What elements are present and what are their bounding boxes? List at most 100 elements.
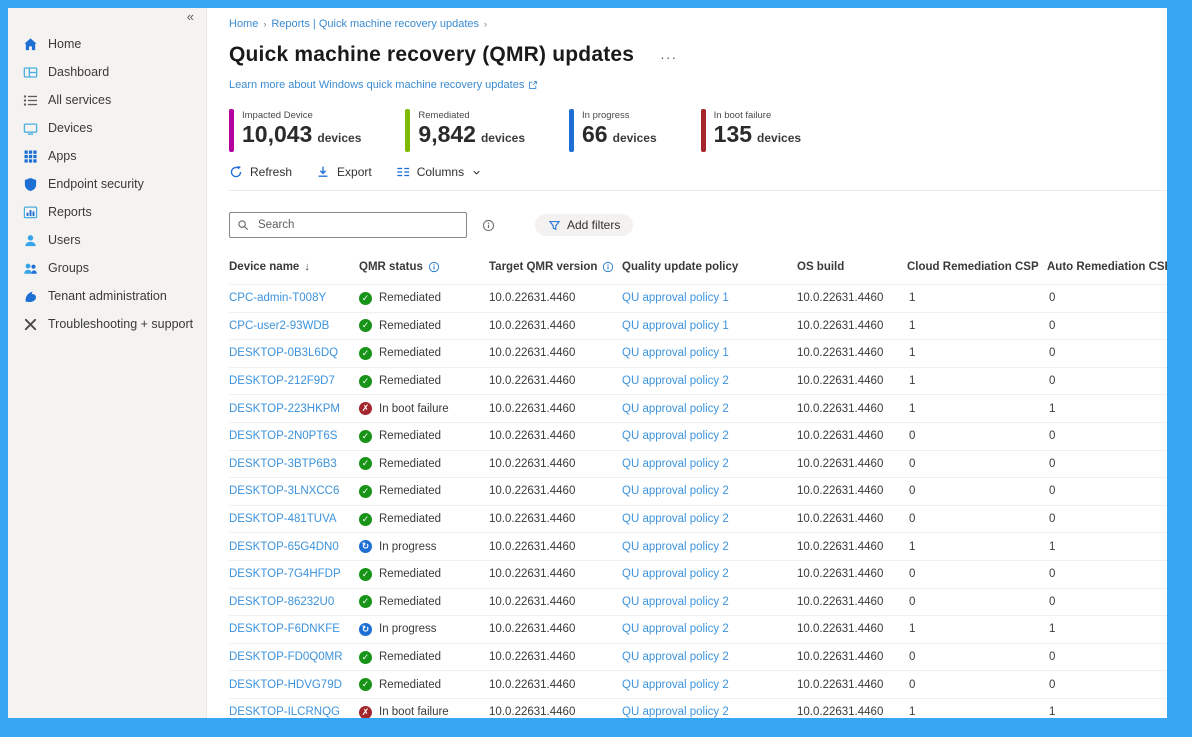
stat-color-bar <box>229 109 234 152</box>
column-info-icon[interactable] <box>602 261 614 273</box>
columns-button[interactable]: Columns <box>396 165 482 179</box>
status-icon: ↻ <box>359 623 372 636</box>
device-name-link[interactable]: CPC-user2-93WDB <box>229 320 359 332</box>
cloud-remediation-csp-cell: 0 <box>907 596 1047 608</box>
quality-update-policy-link[interactable]: QU approval policy 2 <box>622 375 797 387</box>
quality-update-policy-link[interactable]: QU approval policy 1 <box>622 320 797 332</box>
quality-update-policy-link[interactable]: QU approval policy 2 <box>622 513 797 525</box>
sidebar-item-endpoint-security[interactable]: Endpoint security <box>8 170 206 198</box>
status-icon: ✓ <box>359 678 372 691</box>
device-name-link[interactable]: DESKTOP-7G4HFDP <box>229 568 359 580</box>
column-info-icon[interactable] <box>428 261 440 273</box>
sidebar-item-devices[interactable]: Devices <box>8 114 206 142</box>
status-label: Remediated <box>379 430 441 442</box>
device-name-link[interactable]: CPC-admin-T008Y <box>229 292 359 304</box>
device-name-link[interactable]: DESKTOP-2N0PT6S <box>229 430 359 442</box>
device-name-link[interactable]: DESKTOP-HDVG79D <box>229 679 359 691</box>
auto-remediation-csp-cell: 0 <box>1047 292 1167 304</box>
quality-update-policy-link[interactable]: QU approval policy 2 <box>622 706 797 718</box>
breadcrumb-current[interactable]: Reports | Quick machine recovery updates <box>271 18 479 30</box>
quality-update-policy-link[interactable]: QU approval policy 2 <box>622 568 797 580</box>
quality-update-policy-link[interactable]: QU approval policy 2 <box>622 679 797 691</box>
sidebar-item-apps[interactable]: Apps <box>8 142 206 170</box>
app-window: « Home Dashboard All services Devices Ap… <box>8 8 1167 718</box>
device-name-link[interactable]: DESKTOP-223HKPM <box>229 403 359 415</box>
device-name-link[interactable]: DESKTOP-ILCRNQG <box>229 706 359 718</box>
learn-more-text: Learn more about Windows quick machine r… <box>229 79 524 91</box>
device-name-link[interactable]: DESKTOP-86232U0 <box>229 596 359 608</box>
device-name-link[interactable]: DESKTOP-3LNXCC6 <box>229 485 359 497</box>
column-header[interactable]: Auto Remediation CSP <box>1047 261 1167 273</box>
device-name-link[interactable]: DESKTOP-0B3L6DQ <box>229 347 359 359</box>
sidebar-item-tenant-administration[interactable]: Tenant administration <box>8 282 206 310</box>
export-icon <box>316 165 330 179</box>
sidebar-item-label: Tenant administration <box>48 289 167 303</box>
quality-update-policy-link[interactable]: QU approval policy 2 <box>622 430 797 442</box>
column-header[interactable]: Device name ↓ <box>229 261 359 273</box>
search-input[interactable] <box>256 218 459 232</box>
more-options-button[interactable]: ··· <box>660 49 677 67</box>
column-header[interactable]: Cloud Remediation CSP <box>907 261 1047 273</box>
quality-update-policy-link[interactable]: QU approval policy 2 <box>622 596 797 608</box>
stat-unit: devices <box>481 131 525 145</box>
qmr-status-cell: ✓ Remediated <box>359 651 489 664</box>
status-icon: ✓ <box>359 513 372 526</box>
quality-update-policy-link[interactable]: QU approval policy 2 <box>622 541 797 553</box>
chevron-down-icon <box>471 167 482 178</box>
os-build-cell: 10.0.22631.4460 <box>797 541 907 553</box>
quality-update-policy-link[interactable]: QU approval policy 2 <box>622 623 797 635</box>
search-info-icon[interactable] <box>482 219 495 232</box>
column-header[interactable]: Target QMR version <box>489 261 622 273</box>
breadcrumb-home[interactable]: Home <box>229 18 258 30</box>
quality-update-policy-link[interactable]: QU approval policy 1 <box>622 347 797 359</box>
device-name-link[interactable]: DESKTOP-FD0Q0MR <box>229 651 359 663</box>
os-build-cell: 10.0.22631.4460 <box>797 568 907 580</box>
quality-update-policy-link[interactable]: QU approval policy 2 <box>622 485 797 497</box>
sidebar-item-troubleshooting-support[interactable]: Troubleshooting + support <box>8 310 206 338</box>
sidebar-item-dashboard[interactable]: Dashboard <box>8 58 206 86</box>
quality-update-policy-link[interactable]: QU approval policy 1 <box>622 292 797 304</box>
cloud-remediation-csp-cell: 1 <box>907 403 1047 415</box>
stat-value: 135 <box>714 121 752 147</box>
column-header[interactable]: Quality update policy <box>622 261 797 273</box>
quality-update-policy-link[interactable]: QU approval policy 2 <box>622 458 797 470</box>
device-name-link[interactable]: DESKTOP-65G4DN0 <box>229 541 359 553</box>
sidebar-item-label: Dashboard <box>48 65 109 79</box>
export-button[interactable]: Export <box>316 165 372 179</box>
sidebar-collapse-button[interactable]: « <box>187 10 194 23</box>
quality-update-policy-link[interactable]: QU approval policy 2 <box>622 651 797 663</box>
add-filters-button[interactable]: Add filters <box>535 214 633 236</box>
status-label: Remediated <box>379 513 441 525</box>
status-icon: ✓ <box>359 457 372 470</box>
target-qmr-version-cell: 10.0.22631.4460 <box>489 596 622 608</box>
sidebar-item-home[interactable]: Home <box>8 30 206 58</box>
cloud-remediation-csp-cell: 1 <box>907 320 1047 332</box>
device-name-link[interactable]: DESKTOP-212F9D7 <box>229 375 359 387</box>
cloud-remediation-csp-cell: 1 <box>907 292 1047 304</box>
device-name-link[interactable]: DESKTOP-3BTP6B3 <box>229 458 359 470</box>
os-build-cell: 10.0.22631.4460 <box>797 513 907 525</box>
device-name-link[interactable]: DESKTOP-481TUVA <box>229 513 359 525</box>
apps-icon <box>23 149 38 164</box>
sidebar-item-groups[interactable]: Groups <box>8 254 206 282</box>
sidebar-item-all-services[interactable]: All services <box>8 86 206 114</box>
devices-icon <box>23 121 38 136</box>
device-name-link[interactable]: DESKTOP-F6DNKFE <box>229 623 359 635</box>
sidebar-item-reports[interactable]: Reports <box>8 198 206 226</box>
target-qmr-version-cell: 10.0.22631.4460 <box>489 292 622 304</box>
columns-icon <box>396 165 410 179</box>
learn-more-link[interactable]: Learn more about Windows quick machine r… <box>229 79 538 91</box>
column-header[interactable]: QMR status <box>359 261 489 273</box>
target-qmr-version-cell: 10.0.22631.4460 <box>489 375 622 387</box>
refresh-button[interactable]: Refresh <box>229 165 292 179</box>
column-header[interactable]: OS build <box>797 261 907 273</box>
qmr-status-cell: ✓ Remediated <box>359 457 489 470</box>
sidebar-item-users[interactable]: Users <box>8 226 206 254</box>
sidebar-item-label: Devices <box>48 121 92 135</box>
add-filters-label: Add filters <box>567 218 620 232</box>
quality-update-policy-link[interactable]: QU approval policy 2 <box>622 403 797 415</box>
auto-remediation-csp-cell: 0 <box>1047 679 1167 691</box>
status-label: Remediated <box>379 568 441 580</box>
refresh-icon <box>229 165 243 179</box>
qmr-status-cell: ✗ In boot failure <box>359 402 489 415</box>
